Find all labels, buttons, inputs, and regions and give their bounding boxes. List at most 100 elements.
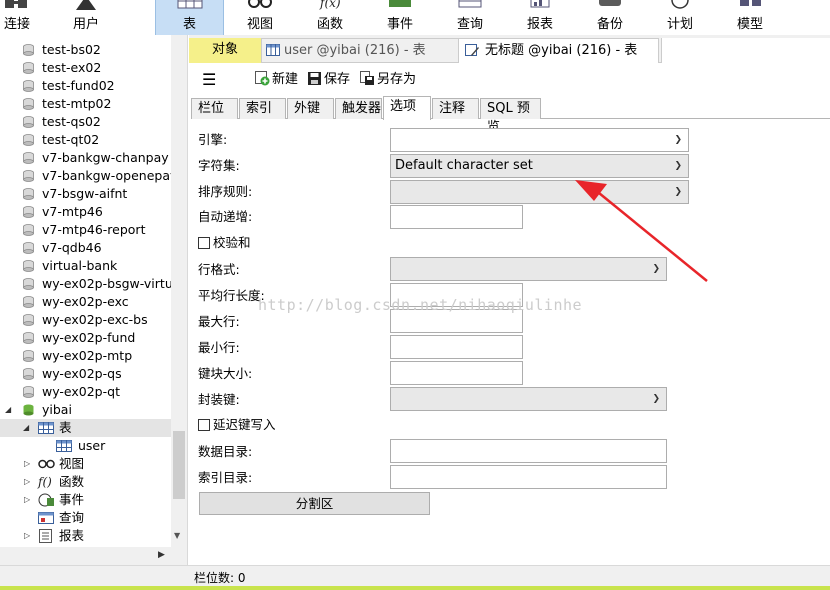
tree-vertical-scrollbar[interactable]: ▼	[171, 35, 187, 547]
collapse-icon[interactable]: ◢	[23, 419, 29, 437]
tree-db-item[interactable]: test-qt02	[0, 131, 172, 149]
tree-db-item[interactable]: wy-ex02p-exc	[0, 293, 172, 311]
database-open-icon	[23, 404, 34, 416]
delay-key-write-checkbox[interactable]: 延迟键写入	[198, 416, 276, 434]
tree-db-item[interactable]: v7-mtp46	[0, 203, 172, 221]
tree-db-item[interactable]: test-fund02	[0, 77, 172, 95]
tree-db-item[interactable]: wy-ex02p-mtp	[0, 347, 172, 365]
tree-db-item[interactable]: wy-ex02p-bsgw-virtua	[0, 275, 180, 293]
ribbon-model-button[interactable]: 模型	[722, 0, 778, 35]
ribbon-label: 视图	[246, 17, 273, 32]
status-accent-line	[0, 586, 830, 590]
tree-label: test-mtp02	[42, 96, 112, 111]
tree-node-functions[interactable]: ▷ f() 函数	[0, 473, 172, 491]
database-icon	[23, 116, 34, 128]
add-icon	[255, 71, 270, 86]
ribbon-connection-button[interactable]: 连接	[0, 0, 34, 35]
ribbon-schedule-button[interactable]: 计划	[652, 0, 708, 35]
database-icon	[23, 206, 34, 218]
tree-db-item[interactable]: v7-mtp46-report	[0, 221, 172, 239]
tab-options[interactable]: 选项	[383, 96, 431, 120]
tree-node-events[interactable]: ▷ 事件	[0, 491, 172, 509]
min-rows-input[interactable]	[390, 335, 523, 359]
tree-node-tables[interactable]: ◢ 表	[0, 419, 172, 437]
pack-keys-select[interactable]: ❯	[390, 387, 667, 411]
tab-foreign-keys[interactable]: 外键	[287, 98, 334, 119]
tab-fields[interactable]: 栏位	[191, 98, 238, 119]
navigation-tree: test-bs02 test-ex02 test-fund02 test-mtp02 t…	[0, 35, 188, 565]
scroll-down-icon[interactable]: ▼	[174, 531, 180, 540]
checkbox-icon[interactable]	[198, 237, 210, 249]
key-block-size-input[interactable]	[390, 361, 523, 385]
tree-db-item[interactable]: wy-ex02p-qt	[0, 383, 172, 401]
expand-icon[interactable]: ▷	[24, 455, 30, 473]
save-as-button[interactable]: 另存为	[360, 71, 416, 89]
tree-table-user[interactable]: user	[0, 437, 172, 455]
auto-increment-input[interactable]	[390, 205, 523, 229]
ribbon-function-button[interactable]: f(x) 函数	[302, 0, 358, 35]
tree-db-item[interactable]: v7-bsgw-aifnt	[0, 185, 172, 203]
collapse-icon[interactable]: ◢	[5, 401, 11, 419]
tree-db-item[interactable]: wy-ex02p-fund	[0, 329, 172, 347]
tree-db-item[interactable]: test-qs02	[0, 113, 172, 131]
tree-db-item[interactable]: wy-ex02p-exc-bs	[0, 311, 172, 329]
partition-button[interactable]: 分割区	[199, 492, 430, 515]
ribbon-view-button[interactable]: 视图	[232, 0, 288, 35]
tab-comment[interactable]: 注释	[432, 98, 479, 119]
tree-horizontal-scrollbar[interactable]: ▶	[0, 547, 187, 565]
menu-icon[interactable]: ☰	[202, 71, 216, 89]
tab-untitled-table[interactable]: 无标题 @yibai (216) - 表	[459, 38, 659, 63]
tree-db-item[interactable]: v7-bankgw-openepay	[0, 167, 177, 185]
tab-triggers[interactable]: 触发器	[335, 98, 382, 119]
expand-icon[interactable]: ▷	[24, 473, 30, 491]
tree-label: v7-bsgw-aifnt	[42, 186, 128, 201]
tree-db-item[interactable]: test-ex02	[0, 59, 172, 77]
tab-sql-preview[interactable]: SQL 预览	[480, 98, 541, 135]
engine-select[interactable]: ❯	[390, 128, 689, 152]
tree-db-item[interactable]: v7-bankgw-chanpay	[0, 149, 172, 167]
tree-db-yibai[interactable]: ◢ yibai	[0, 401, 172, 419]
checkbox-icon[interactable]	[198, 419, 210, 431]
ribbon-table-button[interactable]: 表	[155, 0, 224, 35]
database-icon	[23, 296, 34, 308]
document-tabs: 对象 user @yibai (216) - 表 无标题 @yibai (216…	[189, 35, 830, 63]
ribbon-event-button[interactable]: 事件	[372, 0, 428, 35]
tree-label: 查询	[59, 510, 85, 525]
ribbon-user-button[interactable]: 用户	[55, 0, 117, 35]
expand-icon[interactable]: ▷	[24, 491, 30, 509]
ribbon-backup-button[interactable]: 备份	[582, 0, 638, 35]
expand-icon[interactable]: ▷	[24, 527, 30, 545]
scroll-right-icon[interactable]: ▶	[158, 550, 165, 560]
ribbon-report-button[interactable]: 报表	[512, 0, 568, 35]
scrollbar-thumb[interactable]	[173, 431, 185, 499]
charset-label: 字符集:	[198, 158, 240, 173]
tab-objects[interactable]: 对象	[189, 38, 261, 63]
user-icon	[76, 0, 96, 10]
save-button[interactable]: 保存	[307, 71, 350, 89]
charset-select[interactable]: Default character set ❯	[390, 154, 689, 178]
tab-indexes[interactable]: 索引	[239, 98, 286, 119]
tree-db-item[interactable]: test-bs02	[0, 41, 172, 59]
save-label: 保存	[324, 72, 351, 87]
tree-db-item[interactable]: wy-ex02p-qs	[0, 365, 172, 383]
tree-db-item[interactable]: test-mtp02	[0, 95, 172, 113]
tree-label: yibai	[42, 402, 72, 417]
database-icon	[23, 80, 34, 92]
tree-label: 报表	[59, 528, 85, 543]
data-directory-input[interactable]	[390, 439, 667, 463]
index-directory-input[interactable]	[390, 465, 667, 489]
tree-node-queries[interactable]: 查询	[0, 509, 172, 527]
checksum-checkbox[interactable]: 校验和	[198, 234, 251, 252]
pack-keys-label: 封装键:	[198, 392, 240, 407]
new-button[interactable]: 新建	[255, 71, 298, 89]
row-format-select[interactable]: ❯	[390, 257, 667, 281]
ribbon-query-button[interactable]: 查询	[442, 0, 498, 35]
tree-db-item[interactable]: virtual-bank	[0, 257, 172, 275]
tree-label: wy-ex02p-qs	[42, 366, 122, 381]
collation-select[interactable]: ❯	[390, 180, 689, 204]
tab-user-table[interactable]: user @yibai (216) - 表	[261, 38, 459, 63]
tree-node-views[interactable]: ▷ 视图	[0, 455, 172, 473]
tree-db-item[interactable]: v7-qdb46	[0, 239, 172, 257]
tree-node-reports[interactable]: ▷ 报表	[0, 527, 172, 545]
ribbon-label: 查询	[456, 17, 483, 32]
